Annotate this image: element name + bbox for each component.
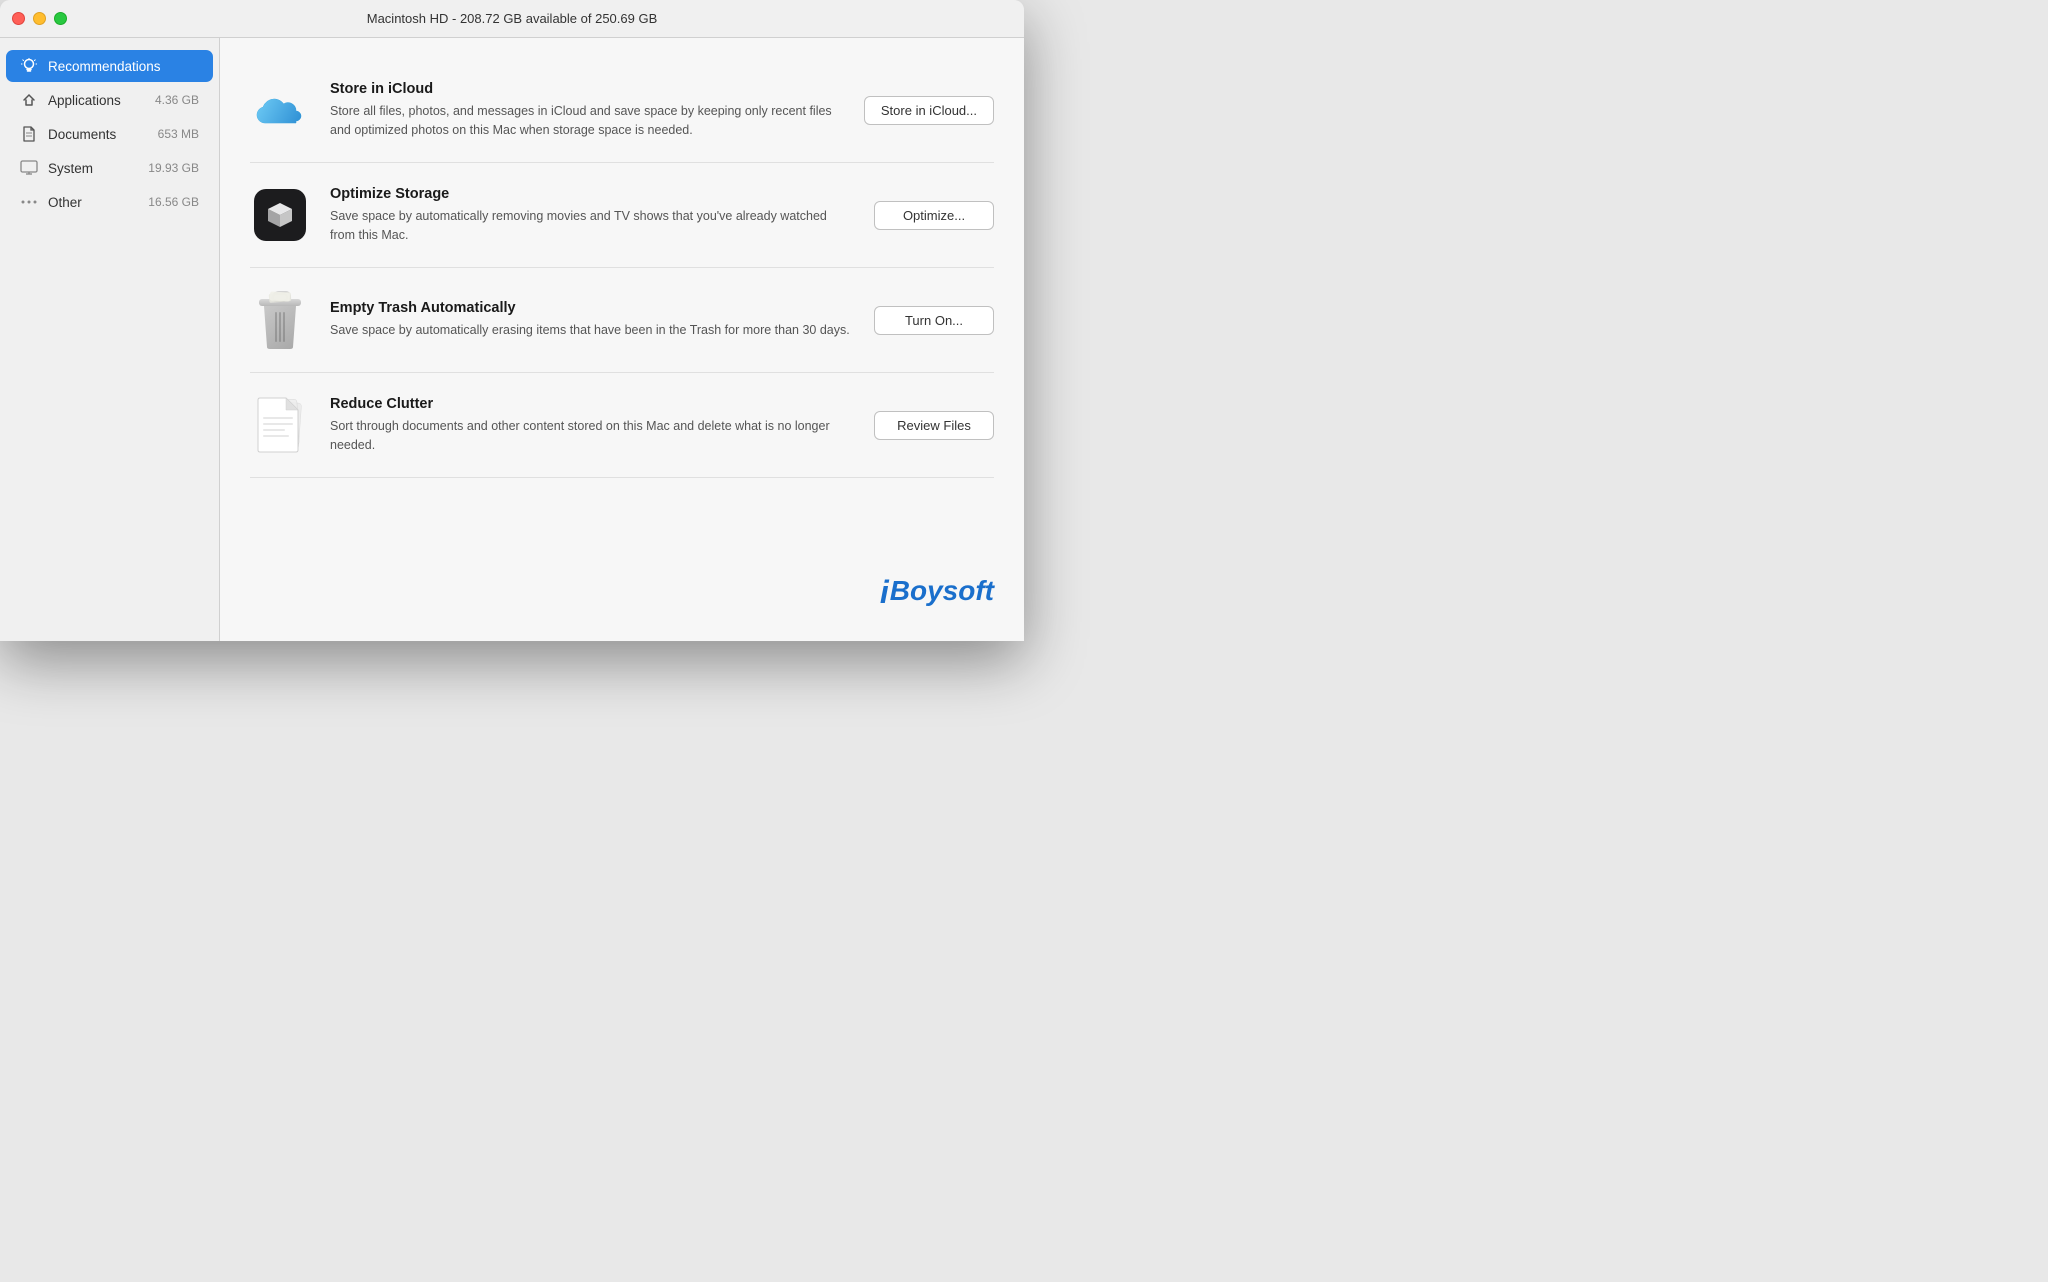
sidebar-system-label: System — [48, 161, 138, 176]
appletv-icon-wrap — [250, 185, 310, 245]
icloud-desc: Store all files, photos, and messages in… — [330, 102, 844, 140]
sidebar-applications-size: 4.36 GB — [155, 93, 199, 107]
review-files-button[interactable]: Review Files — [874, 411, 994, 440]
optimize-desc: Save space by automatically removing mov… — [330, 207, 854, 245]
iboysoft-logo: iBoysoft — [880, 574, 994, 611]
watermark-area: iBoysoft — [250, 554, 994, 621]
optimize-content: Optimize Storage Save space by automatic… — [330, 186, 854, 245]
main-layout: Recommendations Applications 4.36 GB — [0, 38, 1024, 641]
icloud-icon-wrap — [250, 80, 310, 140]
sidebar-documents-size: 653 MB — [158, 127, 199, 141]
sidebar: Recommendations Applications 4.36 GB — [0, 38, 220, 641]
clutter-desc: Sort through documents and other content… — [330, 417, 854, 455]
doc-icon-wrap — [250, 395, 310, 455]
sidebar-item-recommendations[interactable]: Recommendations — [6, 50, 213, 82]
minimize-button[interactable] — [33, 12, 46, 25]
reduce-clutter-icon — [256, 396, 304, 454]
sidebar-item-system[interactable]: System 19.93 GB — [6, 152, 213, 184]
titlebar: Macintosh HD - 208.72 GB available of 25… — [0, 0, 1024, 38]
trash-icon-wrap — [250, 290, 310, 350]
document-icon — [20, 125, 38, 143]
icloud-content: Store in iCloud Store all files, photos,… — [330, 81, 844, 140]
sidebar-applications-label: Applications — [48, 93, 145, 108]
window-title: Macintosh HD - 208.72 GB available of 25… — [367, 11, 658, 26]
trash-icon — [254, 289, 306, 351]
trash-content: Empty Trash Automatically Save space by … — [330, 300, 854, 340]
turn-on-button[interactable]: Turn On... — [874, 306, 994, 335]
clutter-title: Reduce Clutter — [330, 396, 854, 412]
icloud-button[interactable]: Store in iCloud... — [864, 96, 994, 125]
computer-icon — [20, 159, 38, 177]
clutter-recommendation: Reduce Clutter Sort through documents an… — [250, 373, 994, 478]
appletv-icon — [254, 189, 306, 241]
sidebar-system-size: 19.93 GB — [148, 161, 199, 175]
applications-icon — [20, 91, 38, 109]
sidebar-item-documents[interactable]: Documents 653 MB — [6, 118, 213, 150]
sidebar-other-size: 16.56 GB — [148, 195, 199, 209]
trash-recommendation: Empty Trash Automatically Save space by … — [250, 268, 994, 373]
sidebar-other-label: Other — [48, 195, 138, 210]
icloud-recommendation: Store in iCloud Store all files, photos,… — [250, 58, 994, 163]
sidebar-documents-label: Documents — [48, 127, 148, 142]
icloud-icon — [252, 89, 308, 131]
maximize-button[interactable] — [54, 12, 67, 25]
right-panel: Store in iCloud Store all files, photos,… — [220, 38, 1024, 641]
clutter-content: Reduce Clutter Sort through documents an… — [330, 396, 854, 455]
sidebar-recommendations-label: Recommendations — [48, 59, 199, 74]
dots-icon — [20, 193, 38, 211]
icloud-title: Store in iCloud — [330, 81, 844, 97]
trash-desc: Save space by automatically erasing item… — [330, 321, 854, 340]
sidebar-item-other[interactable]: Other 16.56 GB — [6, 186, 213, 218]
sidebar-item-applications[interactable]: Applications 4.36 GB — [6, 84, 213, 116]
optimize-title: Optimize Storage — [330, 186, 854, 202]
optimize-button[interactable]: Optimize... — [874, 201, 994, 230]
lightbulb-icon — [20, 57, 38, 75]
close-button[interactable] — [12, 12, 25, 25]
trash-title: Empty Trash Automatically — [330, 300, 854, 316]
traffic-lights — [12, 12, 67, 25]
optimize-recommendation: Optimize Storage Save space by automatic… — [250, 163, 994, 268]
